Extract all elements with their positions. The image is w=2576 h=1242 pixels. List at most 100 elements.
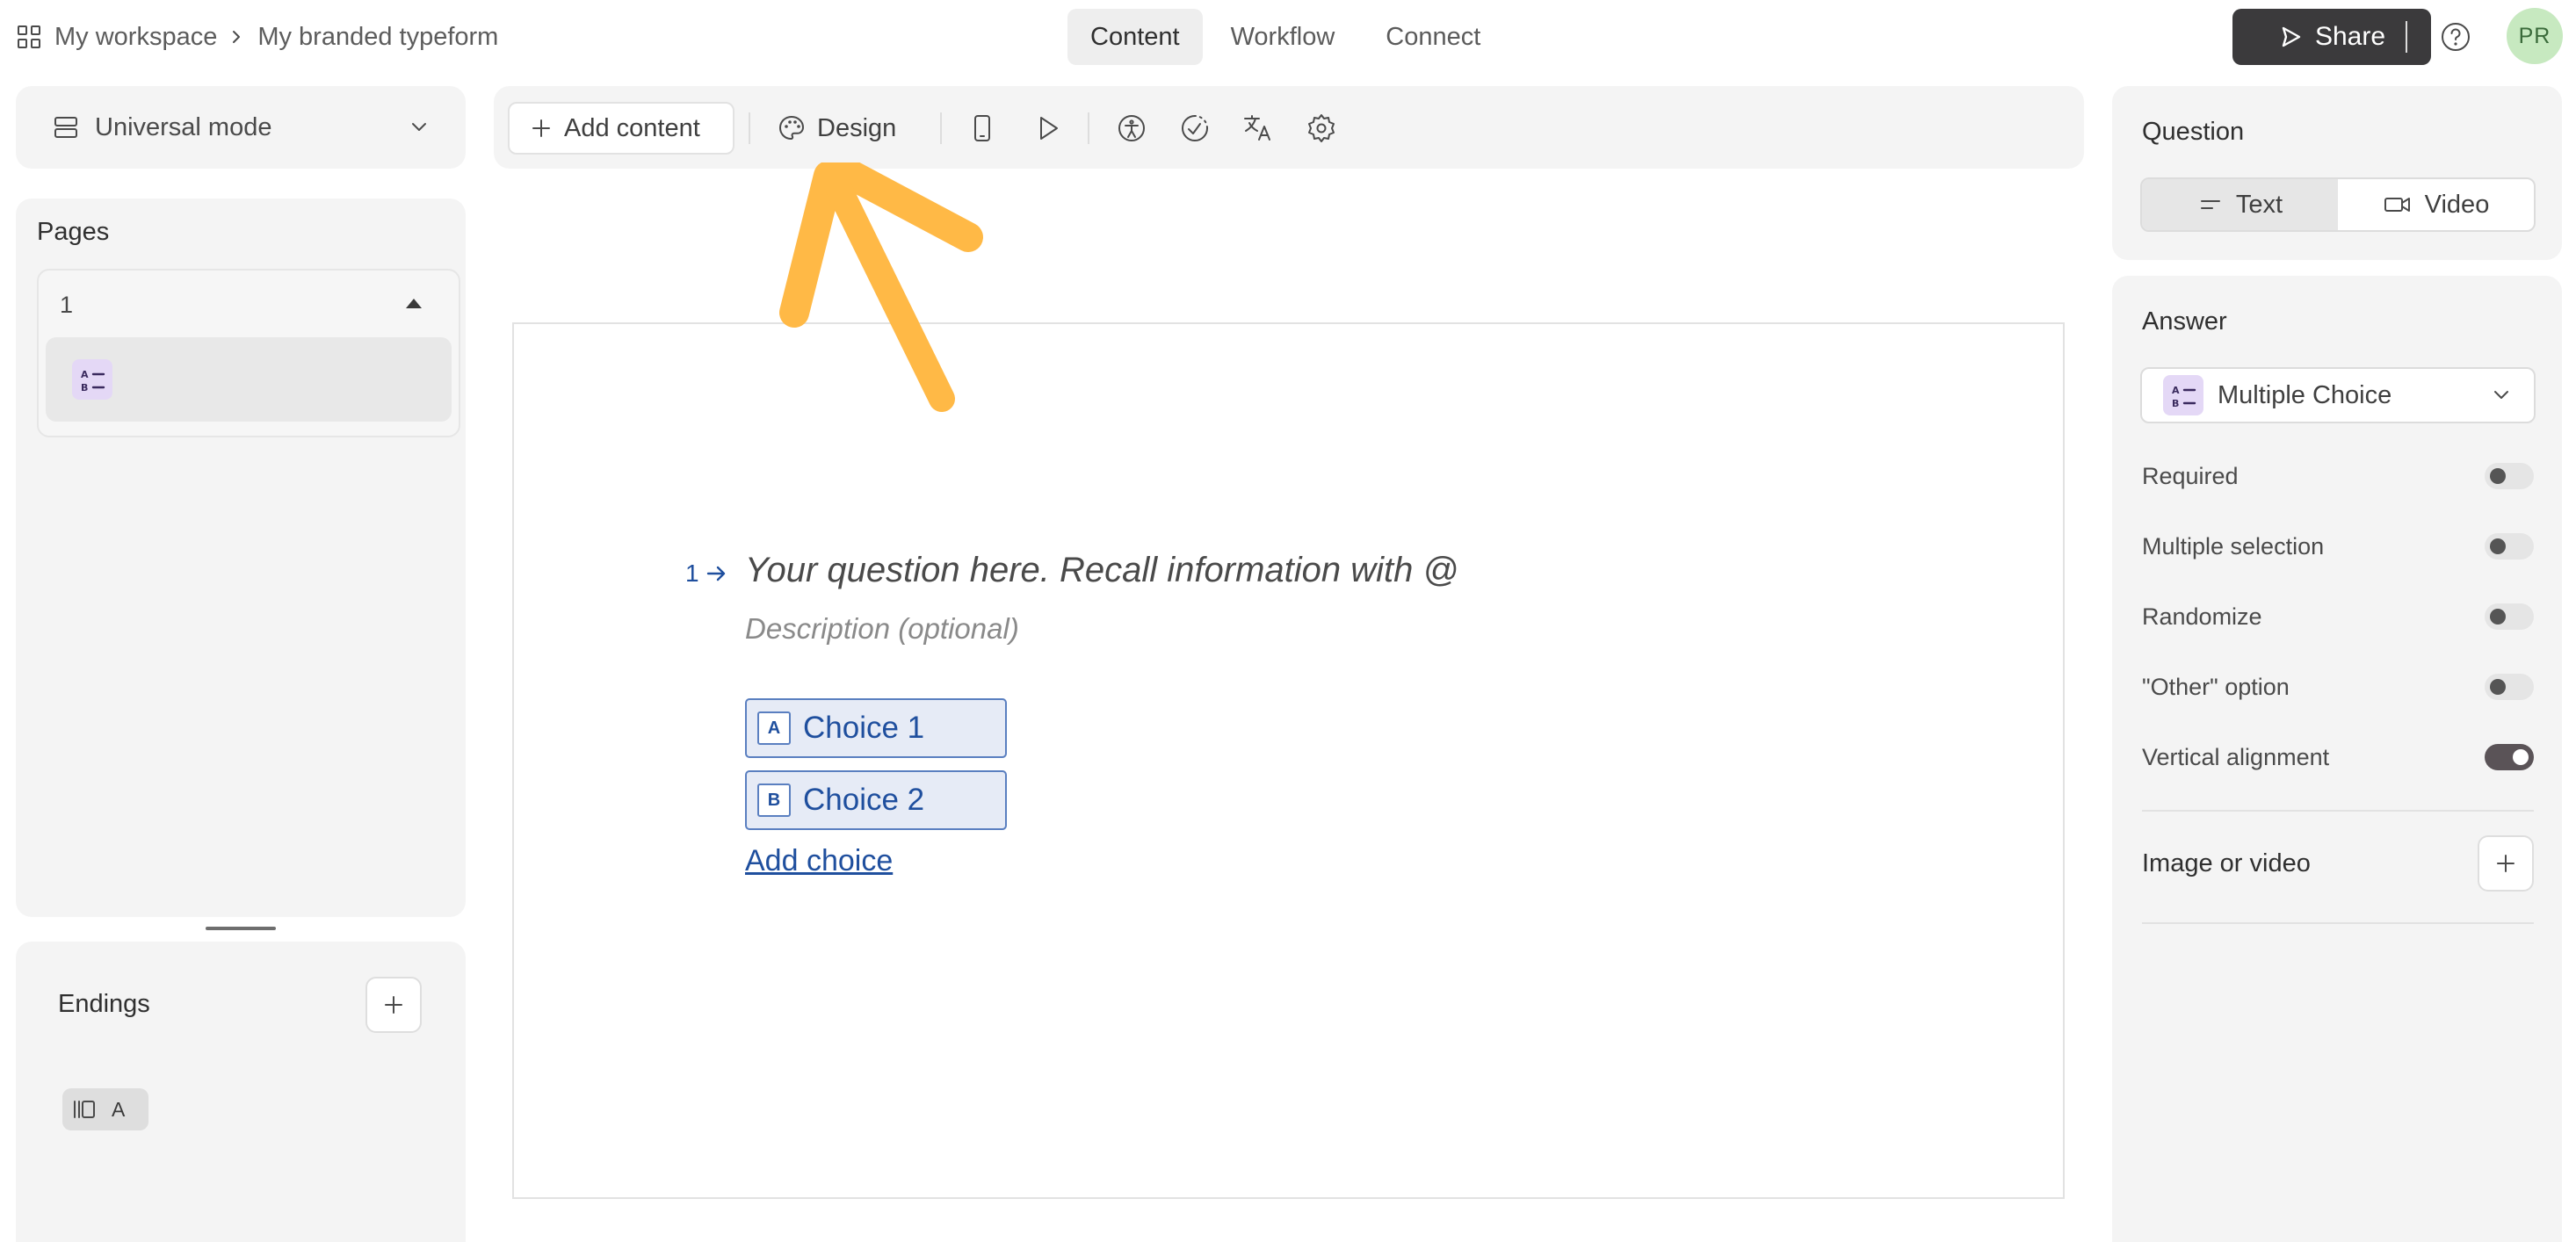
answer-panel-title: Answer [2142, 307, 2227, 336]
toolbar-divider [1088, 112, 1089, 144]
question-type-video[interactable]: Video [2338, 179, 2534, 230]
loading-icon[interactable] [1177, 111, 1212, 146]
editor-toolbar: Add content Design [494, 86, 2084, 169]
main-nav: Content Workflow Connect [1067, 9, 1503, 65]
question-type-toggle: Text Video [2140, 177, 2536, 232]
send-icon [2282, 26, 2301, 47]
breadcrumb-form-name[interactable]: My branded typeform [257, 23, 498, 52]
divider [2406, 21, 2407, 53]
tab-workflow[interactable]: Workflow [1208, 9, 1358, 65]
avatar[interactable]: PR [2507, 8, 2563, 64]
resize-handle[interactable] [206, 927, 276, 930]
page-group[interactable]: 1 AB [37, 269, 460, 437]
choice-option[interactable]: A Choice 1 [745, 698, 1007, 758]
option-other: "Other" option [2142, 669, 2534, 704]
question-type-text-label: Text [2235, 190, 2283, 219]
question-panel-title: Question [2142, 118, 2245, 146]
ending-screen-icon [74, 1101, 95, 1118]
arrow-right-icon [706, 566, 725, 581]
choice-label[interactable]: Choice 2 [803, 783, 924, 818]
add-ending-button[interactable] [365, 977, 422, 1033]
toolbar-divider [940, 112, 942, 144]
option-multiple-selection: Multiple selection [2142, 529, 2534, 564]
pages-title: Pages [37, 218, 110, 246]
chevron-right-icon [233, 31, 241, 43]
choice-label[interactable]: Choice 1 [803, 711, 924, 746]
option-vertical-alignment: Vertical alignment [2142, 740, 2534, 775]
video-icon [2384, 198, 2410, 212]
question-title-field[interactable]: Your question here. Recall information w… [745, 551, 1458, 590]
top-bar: My workspace My branded typeform Content… [0, 0, 2576, 74]
plus-icon [2497, 855, 2514, 872]
question-number: 1 [685, 560, 729, 588]
option-required: Required [2142, 459, 2534, 494]
share-label: Share [2314, 22, 2386, 51]
chevron-down-icon [2494, 391, 2508, 399]
svg-text:B: B [2172, 398, 2179, 409]
answer-type-select[interactable]: AB Multiple Choice [2140, 367, 2536, 423]
share-button[interactable]: Share [2232, 9, 2431, 65]
ending-letter: A [112, 1097, 126, 1121]
play-icon[interactable] [1030, 111, 1065, 146]
grid-icon[interactable] [16, 24, 42, 50]
question-type-video-label: Video [2424, 190, 2490, 219]
page-number: 1 [60, 292, 74, 318]
option-label: Randomize [2142, 603, 2262, 630]
tab-connect[interactable]: Connect [1363, 9, 1503, 65]
endings-title: Endings [58, 990, 150, 1018]
svg-text:B: B [81, 382, 88, 394]
divider [2142, 810, 2534, 812]
annotation-arrow [779, 162, 983, 412]
mode-label: Universal mode [95, 112, 272, 141]
image-or-video-label: Image or video [2142, 848, 2311, 877]
multiple-choice-icon: AB [2163, 375, 2203, 415]
question-settings-panel: Question Text Video [2112, 86, 2562, 260]
mode-selector[interactable]: Universal mode [16, 86, 466, 169]
plus-icon [532, 119, 550, 137]
option-label: Vertical alignment [2142, 743, 2330, 770]
svg-text:A: A [2172, 385, 2180, 396]
ending-item[interactable]: A [62, 1088, 148, 1130]
question-number-value: 1 [685, 560, 699, 587]
breadcrumb-workspace[interactable]: My workspace [54, 23, 217, 52]
other-option-toggle[interactable] [2485, 674, 2534, 700]
question-type-text[interactable]: Text [2142, 179, 2338, 230]
required-toggle[interactable] [2485, 463, 2534, 489]
design-label: Design [817, 113, 897, 142]
chevron-down-icon [412, 123, 426, 131]
add-choice-link[interactable]: Add choice [745, 844, 893, 878]
breadcrumb: My workspace My branded typeform [16, 21, 498, 53]
accessibility-icon[interactable] [1114, 111, 1149, 146]
caret-up-icon[interactable] [406, 299, 422, 308]
tab-content[interactable]: Content [1067, 9, 1203, 65]
text-lines-icon [2200, 200, 2220, 209]
page-question-item[interactable]: AB [46, 337, 452, 422]
layers-icon [54, 117, 77, 138]
add-content-button[interactable]: Add content [508, 102, 734, 155]
add-media-button[interactable] [2478, 835, 2534, 892]
image-or-video-row: Image or video [2142, 834, 2534, 892]
randomize-toggle[interactable] [2485, 603, 2534, 630]
option-label: "Other" option [2142, 673, 2290, 700]
option-label: Required [2142, 462, 2239, 489]
answer-settings-panel: Answer AB Multiple Choice Required Multi… [2112, 276, 2562, 1242]
choice-option[interactable]: B Choice 2 [745, 770, 1007, 830]
question-description-field[interactable]: Description (optional) [745, 612, 1019, 646]
option-label: Multiple selection [2142, 532, 2325, 560]
answer-type-label: Multiple Choice [2218, 380, 2392, 409]
choice-key: B [757, 783, 791, 817]
endings-panel: Endings A [16, 942, 466, 1242]
gear-icon[interactable] [1304, 111, 1339, 146]
vertical-alignment-toggle[interactable] [2485, 744, 2534, 770]
mobile-icon[interactable] [965, 111, 1000, 146]
plus-icon [385, 996, 402, 1014]
divider [2142, 922, 2534, 924]
add-content-label: Add content [564, 113, 700, 142]
svg-text:A: A [81, 369, 89, 380]
multiple-selection-toggle[interactable] [2485, 533, 2534, 560]
palette-icon [779, 116, 804, 140]
option-randomize: Randomize [2142, 599, 2534, 634]
design-button[interactable]: Design [764, 102, 908, 155]
translate-icon[interactable] [1241, 111, 1276, 146]
help-icon[interactable] [2438, 19, 2473, 54]
